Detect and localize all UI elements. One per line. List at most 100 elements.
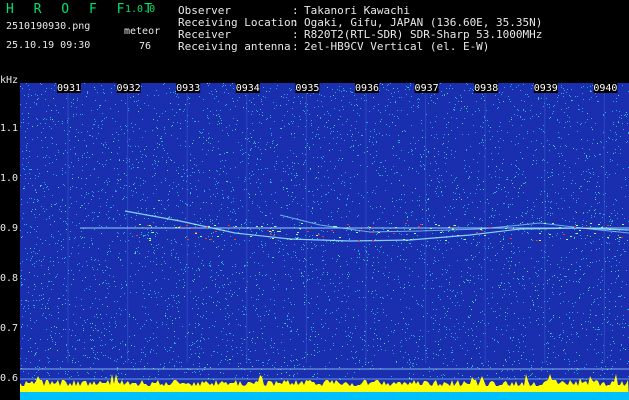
echo-dot bbox=[371, 227, 373, 228]
echo-dot bbox=[228, 225, 230, 226]
echo-dot bbox=[267, 230, 269, 231]
noise-layer bbox=[20, 83, 629, 380]
echo-dot bbox=[206, 227, 208, 228]
echo-dot bbox=[269, 231, 271, 232]
echo-dot bbox=[215, 231, 217, 232]
frequency-unit-label: kHz bbox=[0, 75, 19, 86]
echo-dot bbox=[372, 232, 374, 233]
echo-dot bbox=[335, 226, 337, 227]
echo-dot bbox=[339, 237, 341, 238]
echo-dot bbox=[223, 230, 225, 231]
echo-dot bbox=[235, 226, 237, 227]
echo-dot bbox=[234, 239, 236, 240]
echo-dot bbox=[362, 228, 364, 229]
time-tick-label: 0934 bbox=[236, 83, 260, 94]
echo-dot bbox=[322, 236, 324, 237]
echo-dot bbox=[347, 224, 349, 225]
echo-dot bbox=[579, 230, 581, 231]
echo-dot bbox=[539, 233, 541, 234]
echo-dot bbox=[539, 240, 541, 241]
echo-dot bbox=[369, 227, 371, 228]
time-tick-label: 0935 bbox=[295, 83, 319, 94]
time-tick-label: 0939 bbox=[534, 83, 558, 94]
echo-dot bbox=[210, 239, 212, 240]
meteor-count: 76 bbox=[139, 41, 152, 52]
time-tick-grid bbox=[67, 83, 605, 363]
info-label-location: Receiving Location bbox=[178, 16, 298, 29]
echo-dot bbox=[590, 223, 592, 224]
echo-dot bbox=[277, 231, 279, 232]
echo-dot bbox=[270, 234, 272, 235]
echo-dot bbox=[296, 238, 298, 239]
echo-dot bbox=[316, 235, 318, 236]
echo-dot bbox=[187, 239, 189, 240]
echo-dot bbox=[435, 224, 437, 225]
time-tick-label: 0936 bbox=[355, 83, 379, 94]
signal-level-bar bbox=[20, 374, 629, 400]
echo-dot bbox=[279, 231, 281, 232]
echo-dot bbox=[191, 228, 193, 229]
y-tick-label: 0.7 bbox=[0, 323, 19, 334]
echo-dot bbox=[356, 232, 358, 233]
time-tick-label: 0940 bbox=[593, 83, 617, 94]
echo-dot bbox=[451, 227, 453, 228]
echo-dot bbox=[214, 225, 216, 226]
echo-dot bbox=[149, 240, 151, 241]
echo-dot bbox=[395, 227, 397, 228]
echo-dot bbox=[261, 226, 263, 227]
echo-dot bbox=[406, 240, 408, 241]
echo-dot bbox=[594, 233, 596, 234]
echo-dot bbox=[393, 233, 395, 234]
echo-dot bbox=[510, 238, 512, 239]
y-tick-label: 0.8 bbox=[0, 273, 19, 284]
echo-dot bbox=[205, 238, 207, 239]
echo-dot bbox=[200, 236, 202, 237]
echo-dot bbox=[445, 240, 447, 241]
echo-dot bbox=[552, 223, 554, 224]
echo-dot bbox=[256, 226, 258, 227]
y-tick-label: 0.6 bbox=[0, 373, 19, 384]
time-tick-labels: 0931 0932 0933 0934 0935 0936 0937 0938 0939 0940 bbox=[57, 83, 617, 94]
echo-dot bbox=[576, 225, 578, 226]
echo-dot bbox=[358, 240, 360, 241]
info-value-antenna: 2el-HB9CV Vertical (el. E-W) bbox=[304, 40, 490, 53]
echo-dot bbox=[621, 237, 623, 238]
echo-dot bbox=[585, 227, 587, 228]
echo-dot bbox=[607, 237, 609, 238]
spectrogram-svg: 0931 0932 0933 0934 0935 0936 0937 0938 0939 0940 bbox=[20, 83, 629, 400]
echo-dot bbox=[457, 235, 459, 236]
echo-dot bbox=[549, 234, 551, 235]
echo-dot bbox=[175, 227, 177, 228]
echo-dot bbox=[152, 232, 154, 233]
y-tick-label: 1.0 bbox=[0, 173, 19, 184]
info-separator: : bbox=[292, 16, 299, 29]
info-value-location: Ogaki, Gifu, JAPAN (136.60E, 35.35N) bbox=[304, 16, 543, 29]
info-separator: : bbox=[292, 28, 299, 41]
echo-dot bbox=[609, 229, 611, 230]
spectrogram-canvas: 0931 0932 0933 0934 0935 0936 0937 0938 0939 0940 bbox=[20, 83, 629, 400]
info-value-observer: Takanori Kawachi bbox=[304, 4, 410, 17]
echo-dot bbox=[274, 226, 276, 227]
echo-dot bbox=[299, 228, 301, 229]
echo-dot bbox=[403, 239, 405, 240]
echo-dot bbox=[607, 225, 609, 226]
info-separator: : bbox=[292, 4, 299, 17]
info-label-receiver: Receiver bbox=[178, 28, 231, 41]
echo-dot bbox=[414, 233, 416, 234]
echo-dot bbox=[372, 240, 374, 241]
echo-dot bbox=[307, 231, 309, 232]
time-tick-label: 0932 bbox=[117, 83, 141, 94]
echo-dot bbox=[622, 224, 624, 225]
echo-dot bbox=[290, 239, 292, 240]
echo-dot bbox=[208, 226, 210, 227]
info-label-observer: Observer bbox=[178, 4, 231, 17]
meteor-echo-dots bbox=[136, 223, 624, 241]
info-label-antenna: Receiving antenna bbox=[178, 40, 291, 53]
echo-dot bbox=[186, 225, 188, 226]
echo-dot bbox=[195, 232, 197, 233]
echo-dot bbox=[476, 232, 478, 233]
echo-dot bbox=[194, 224, 196, 225]
echo-dot bbox=[301, 223, 303, 224]
echo-dot bbox=[440, 232, 442, 233]
echo-dot bbox=[149, 225, 151, 226]
